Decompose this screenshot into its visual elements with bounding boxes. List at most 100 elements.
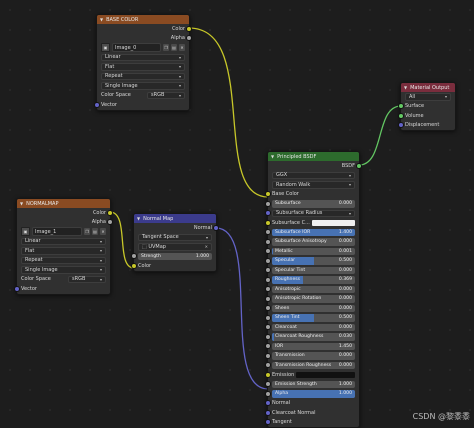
volume-input-socket[interactable] (398, 112, 404, 119)
projection-dropdown[interactable]: Flat ▾ (21, 247, 106, 255)
vector-input-socket[interactable] (94, 101, 100, 108)
close-icon[interactable]: ✕ (205, 244, 208, 249)
base-color-image-node[interactable]: ▼ BASE COLOR Color Alpha ▣ Image_0 ❐ ▤ ✕… (94, 14, 192, 111)
image-browse-icon[interactable]: ▣ (101, 43, 110, 53)
param-input-socket[interactable] (265, 343, 271, 350)
param-value-field[interactable]: Emission Strength 1.000 (272, 380, 355, 388)
duplicate-image-icon[interactable]: ❐ (163, 44, 169, 52)
param-value-field[interactable]: Specular Tint 0.000 (272, 266, 355, 274)
param-value-field[interactable]: Subsurface IOR 1.400 (272, 228, 355, 236)
param-input-socket[interactable] (265, 219, 271, 226)
param-input-socket[interactable] (265, 352, 271, 359)
param-input-socket[interactable] (265, 257, 271, 264)
color-swatch[interactable] (296, 371, 355, 378)
source-dropdown[interactable]: Single Image ▾ (101, 82, 185, 90)
normalmap-image-node[interactable]: ▼ NORMALMAP Color Alpha ▣ Image_1 ❐ ▤ ✕ … (14, 198, 113, 295)
strength-input-socket[interactable] (131, 253, 137, 260)
collapse-chevron-icon[interactable]: ▼ (404, 85, 407, 90)
color-space-dropdown[interactable]: sRGB ▾ (147, 91, 185, 99)
param-value-field[interactable]: Transmission 0.000 (272, 352, 355, 360)
param-value-field[interactable]: Clearcoat 0.000 (272, 323, 355, 331)
param-value-field[interactable]: IOR 1.450 (272, 342, 355, 350)
param-value-field[interactable]: Metallic 0.001 (272, 247, 355, 255)
collapse-chevron-icon[interactable]: ▼ (271, 154, 274, 159)
param-value-field[interactable]: Subsurface Anisotropy 0.000 (272, 238, 355, 246)
duplicate-image-icon[interactable]: ❐ (84, 228, 90, 236)
bsdf-output-socket[interactable] (356, 162, 362, 169)
param-input-socket[interactable] (265, 276, 271, 283)
uvmap-field[interactable]: ⬚ UVMap ✕ (138, 243, 212, 251)
image-selector[interactable]: ▣ Image_1 ❐ ▤ ✕ (17, 227, 110, 237)
param-input-socket[interactable] (265, 248, 271, 255)
param-input-socket[interactable] (265, 390, 271, 397)
space-dropdown[interactable]: Tangent Space ▾ (138, 233, 212, 241)
param-input-socket[interactable] (265, 333, 271, 340)
param-input-socket[interactable] (265, 314, 271, 321)
param-input-socket[interactable] (265, 238, 271, 245)
param-value-field[interactable]: Anisotropic 0.000 (272, 285, 355, 293)
open-folder-icon[interactable]: ▤ (171, 44, 177, 52)
param-input-socket[interactable] (265, 267, 271, 274)
image-name-field[interactable]: Image_1 (32, 227, 82, 237)
param-input-socket[interactable] (265, 229, 271, 236)
param-input-socket[interactable] (265, 200, 271, 207)
strength-field[interactable]: Strength 1.000 (138, 252, 212, 260)
vector-input-socket[interactable] (265, 409, 271, 416)
collapse-chevron-icon[interactable]: ▼ (137, 216, 140, 221)
principled-bsdf-header[interactable]: ▼ Principled BSDF (268, 152, 359, 161)
color-swatch[interactable] (311, 219, 355, 226)
distribution-dropdown[interactable]: GGX ▾ (272, 171, 355, 179)
param-input-socket[interactable] (265, 371, 271, 378)
interpolation-dropdown[interactable]: Linear ▾ (21, 237, 106, 245)
normal-map-node-header[interactable]: ▼ Normal Map (134, 214, 216, 223)
base-color-input-socket[interactable] (265, 191, 271, 198)
interpolation-dropdown[interactable]: Linear ▾ (101, 53, 185, 61)
normal-map-node[interactable]: ▼ Normal Map Normal Tangent Space ▾ ⬚ UVM… (131, 213, 219, 272)
param-input-socket[interactable] (265, 305, 271, 312)
material-output-node[interactable]: ▼ Material Output All ▾ Surface Volume Di… (398, 82, 456, 131)
vector-input-socket[interactable] (14, 285, 20, 292)
param-value-field[interactable]: Specular 0.500 (272, 257, 355, 265)
alpha-output-socket[interactable] (107, 219, 113, 226)
source-dropdown[interactable]: Single Image ▾ (21, 266, 106, 274)
param-value-field[interactable]: Transmission Roughness 0.000 (272, 361, 355, 369)
normal-output-socket[interactable] (213, 224, 219, 231)
param-input-socket[interactable] (265, 324, 271, 331)
normalmap-node-header[interactable]: ▼ NORMALMAP (17, 199, 110, 208)
image-name-field[interactable]: Image_0 (112, 43, 161, 53)
color-output-socket[interactable] (107, 209, 113, 216)
subsurface-method-dropdown[interactable]: Random Walk ▾ (272, 181, 355, 189)
alpha-output-socket[interactable] (186, 35, 192, 42)
param-value-field[interactable]: Subsurface 0.000 (272, 200, 355, 208)
principled-bsdf-node[interactable]: ▼ Principled BSDF BSDF GGX ▾ Random Walk ▾… (265, 151, 362, 428)
param-value-field[interactable]: Anisotropic Rotation 0.000 (272, 295, 355, 303)
param-input-socket[interactable] (265, 295, 271, 302)
collapse-chevron-icon[interactable]: ▼ (100, 17, 103, 22)
color-space-dropdown[interactable]: sRGB ▾ (68, 275, 106, 283)
color-output-socket[interactable] (186, 25, 192, 32)
param-value-field[interactable]: Clearcoat Roughness 0.030 (272, 333, 355, 341)
param-input-socket[interactable] (265, 286, 271, 293)
vector-input-socket[interactable] (265, 419, 271, 426)
extension-dropdown[interactable]: Repeat ▾ (101, 72, 185, 80)
param-value-field[interactable]: Sheen 0.000 (272, 304, 355, 312)
param-value-field[interactable]: Alpha 1.000 (272, 390, 355, 398)
surface-input-socket[interactable] (398, 103, 404, 110)
param-input-socket[interactable] (265, 381, 271, 388)
param-input-socket[interactable] (265, 210, 271, 217)
extension-dropdown[interactable]: Repeat ▾ (21, 256, 106, 264)
param-input-socket[interactable] (265, 362, 271, 369)
projection-dropdown[interactable]: Flat ▾ (101, 63, 185, 71)
subsurface-radius-dropdown[interactable]: Subsurface Radius ▾ (272, 209, 355, 217)
material-output-header[interactable]: ▼ Material Output (401, 83, 455, 92)
unlink-icon[interactable]: ✕ (100, 228, 106, 236)
image-browse-icon[interactable]: ▣ (21, 227, 30, 237)
param-value-field[interactable]: Roughness 0.369 (272, 276, 355, 284)
image-selector[interactable]: ▣ Image_0 ❐ ▤ ✕ (97, 43, 189, 53)
collapse-chevron-icon[interactable]: ▼ (20, 201, 23, 206)
open-folder-icon[interactable]: ▤ (92, 228, 98, 236)
color-input-socket[interactable] (131, 262, 137, 269)
param-value-field[interactable]: Sheen Tint 0.500 (272, 314, 355, 322)
target-dropdown[interactable]: All ▾ (405, 93, 451, 101)
unlink-icon[interactable]: ✕ (179, 44, 185, 52)
